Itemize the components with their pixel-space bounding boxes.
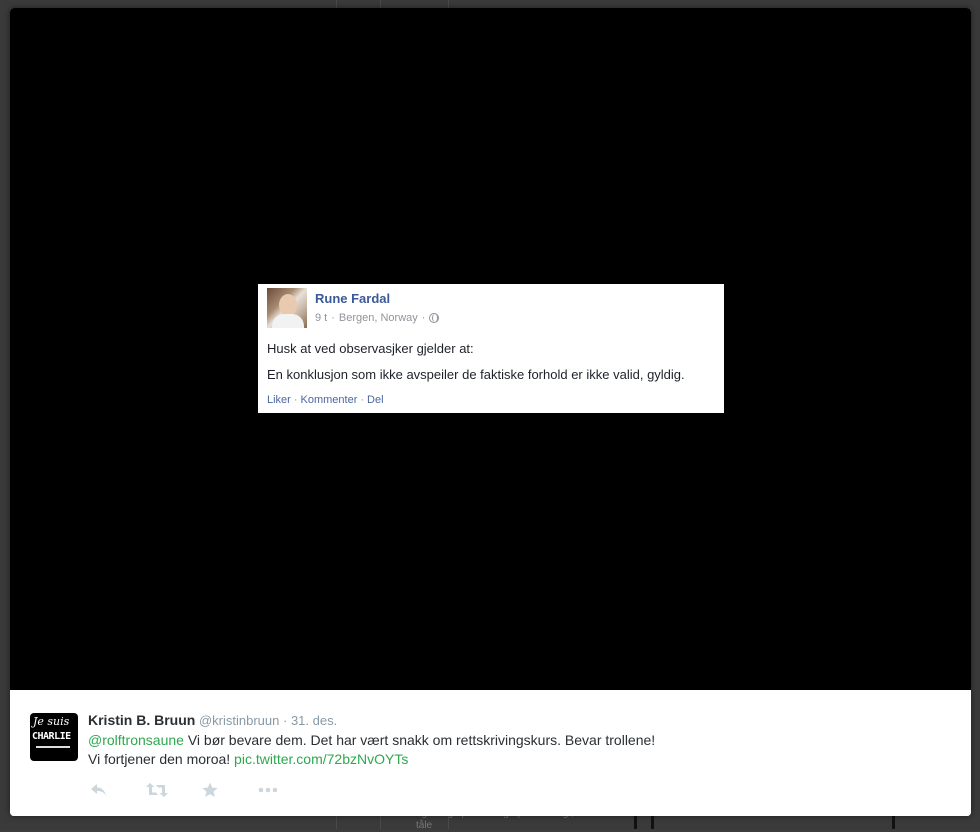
post-time: 9 t [315,312,328,324]
meta-separator: · [421,312,426,324]
action-separator: · [293,394,298,406]
author-avatar [267,288,307,328]
reply-icon [91,784,106,796]
tweet-text-segment: Vi fortjener den moroa! [88,751,235,767]
retweet-icon [146,783,168,797]
post-meta: 9 t · Bergen, Norway · [315,312,440,324]
tweet-text-segment: Vi bør bevare dem. Det har vært snakk om… [183,732,656,748]
tweet-actions [90,782,314,802]
author-name: Rune Fardal [315,291,391,306]
tweet-author-handle[interactable]: @kristinbruun [199,713,279,728]
tweet-date[interactable]: · 31. des. [283,713,337,728]
comment-link: Kommenter [300,394,358,406]
reply-button[interactable] [90,782,146,802]
action-separator: · [360,394,365,406]
avatar-text: Je suis [33,715,70,728]
meta-separator: · [331,312,335,324]
share-link: Del [367,394,384,406]
tweet-text: @rolftronsaune Vi bør bevare dem. Det ha… [88,731,655,769]
media-modal: Rune Fardal 9 t · Bergen, Norway · Husk … [10,8,971,816]
mention-link[interactable]: @rolftronsaune [88,732,184,748]
tweet-header: Kristin B. Bruun @kristinbruun · 31. des… [88,712,337,728]
like-link: Liker [267,394,291,406]
post-text-line: Husk at ved observasjker gjelder at: [267,341,474,356]
post-location: Bergen, Norway [338,312,418,324]
globe-icon [429,313,440,323]
tweet: Je suis CHARLIE Kristin B. Bruun @kristi… [10,690,971,816]
star-icon [202,782,218,797]
post-actions: Liker · Kommenter · Del [267,394,384,406]
more-icon [258,787,278,793]
avatar-text: CHARLIE [32,731,71,742]
background-bar [892,816,895,829]
facebook-post-screenshot: Rune Fardal 9 t · Bergen, Norway · Husk … [258,284,724,413]
background-bar [651,816,654,829]
pic-link[interactable]: pic.twitter.com/72bzNvOYTs [234,751,408,767]
tweet-author-avatar[interactable]: Je suis CHARLIE [30,713,78,761]
favorite-button[interactable] [202,782,258,802]
media-viewer[interactable]: Rune Fardal 9 t · Bergen, Norway · Husk … [10,8,971,690]
retweet-button[interactable] [146,782,202,802]
tweet-author-name[interactable]: Kristin B. Bruun [88,712,195,728]
more-button[interactable] [258,782,314,802]
post-text-line: En konklusjon som ikke avspeiler de fakt… [267,367,685,382]
